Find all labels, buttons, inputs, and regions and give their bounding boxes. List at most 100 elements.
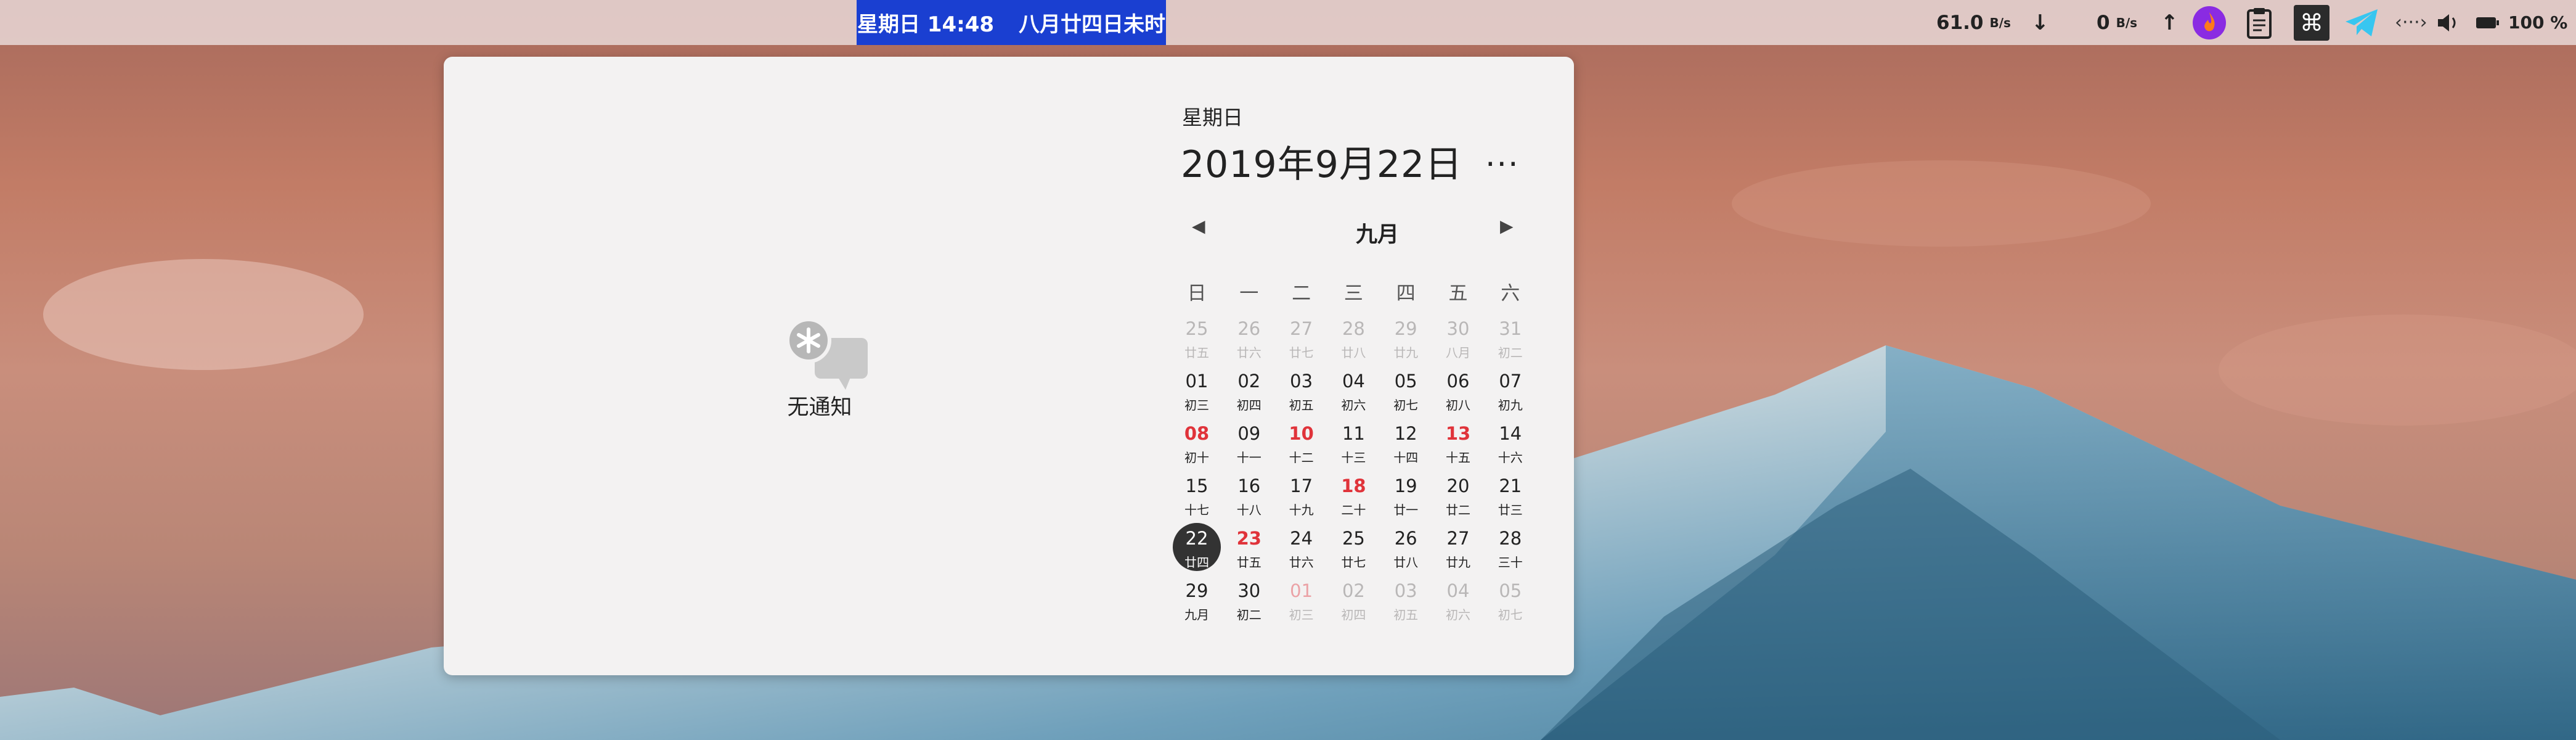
calendar-day[interactable]: 11 十三 [1327, 419, 1379, 469]
day-number: 01 [1185, 371, 1209, 392]
calendar-day[interactable]: 31 初二 [1485, 314, 1536, 364]
volume-icon[interactable] [2435, 0, 2460, 45]
lunar-day: 廿五 [1236, 555, 1262, 570]
lunar-day: 初九 [1498, 398, 1523, 413]
calendar-day[interactable]: 12 十四 [1380, 419, 1432, 469]
download-speed[interactable]: 61.0 B/s [1936, 0, 2011, 45]
calendar-day[interactable]: 25 廿七 [1327, 524, 1379, 574]
calendar-day[interactable]: 23 廿五 [1223, 524, 1275, 574]
calendar-day[interactable]: 28 廿八 [1327, 314, 1379, 364]
lunar-day: 初三 [1289, 607, 1314, 622]
svg-text:⌘: ⌘ [2300, 9, 2323, 36]
app-tray-icon[interactable] [2191, 0, 2227, 45]
no-notifications-label: 无通知 [787, 395, 852, 420]
calendar-day[interactable]: 03 初五 [1380, 577, 1432, 626]
calendar-day[interactable]: 27 廿九 [1432, 524, 1484, 574]
lunar-day: 廿四 [1184, 555, 1209, 570]
lunar-day: 二十 [1341, 503, 1366, 517]
lunar-day: 十五 [1446, 450, 1470, 465]
calendar-day[interactable]: 20 廿二 [1432, 472, 1484, 521]
calendar-day[interactable]: 15 十七 [1171, 472, 1223, 521]
calendar-day[interactable]: 04 初六 [1327, 367, 1379, 416]
lunar-day: 初三 [1184, 398, 1209, 413]
clipboard-icon[interactable] [2246, 0, 2273, 45]
calendar-day[interactable]: 02 初四 [1223, 367, 1275, 416]
day-number: 26 [1237, 318, 1261, 339]
clock-day-time: 星期日 14:48 [857, 12, 995, 37]
command-key-icon[interactable]: ⌘ [2294, 0, 2329, 45]
calendar-day[interactable]: 19 廿一 [1380, 472, 1432, 521]
day-number: 13 [1445, 423, 1471, 444]
battery-icon[interactable] [2476, 0, 2500, 45]
day-number: 20 [1446, 475, 1470, 496]
notification-center-panel: 无通知 星期日 2019年9月22日 ... ◀ 九月 ▶ 日一二三四五六 25… [444, 57, 1574, 675]
day-number: 29 [1185, 580, 1209, 601]
lunar-day: 初六 [1446, 607, 1470, 622]
network-wired-icon[interactable]: ‹···› [2395, 0, 2427, 45]
calendar-day[interactable]: 14 十六 [1485, 419, 1536, 469]
calendar-day[interactable]: 26 廿六 [1223, 314, 1275, 364]
day-number: 30 [1446, 318, 1470, 339]
day-number: 14 [1499, 423, 1522, 444]
calendar-day[interactable]: 29 九月 [1171, 577, 1223, 626]
day-number: 21 [1499, 475, 1522, 496]
lunar-day: 廿八 [1393, 555, 1419, 570]
calendar-day[interactable]: 06 初八 [1432, 367, 1484, 416]
lunar-day: 廿九 [1393, 345, 1419, 360]
calendar-day[interactable]: 30 初二 [1223, 577, 1275, 626]
day-number: 31 [1499, 318, 1522, 339]
day-number: 05 [1394, 371, 1417, 392]
calendar-day[interactable]: 25 廿五 [1171, 314, 1223, 364]
lunar-day: 十七 [1184, 503, 1209, 517]
calendar-day[interactable]: 29 廿九 [1380, 314, 1432, 364]
calendar-day[interactable]: 05 初七 [1485, 577, 1536, 626]
calendar-day[interactable]: 26 廿八 [1380, 524, 1432, 574]
calendar-day[interactable]: 09 十一 [1223, 419, 1275, 469]
clock-widget[interactable]: 星期日 14:48 八月廿四日未时 [857, 0, 1166, 45]
calendar-day[interactable]: 07 初九 [1485, 367, 1536, 416]
lunar-day: 初二 [1236, 607, 1262, 622]
calendar-day[interactable]: 17 十九 [1276, 472, 1327, 521]
top-panel: 星期日 14:48 八月廿四日未时 61.0 B/s ↓ 0 B/s ↑ ⌘ ‹… [0, 0, 2576, 45]
lunar-day: 十六 [1498, 450, 1523, 465]
calendar-day[interactable]: 21 廿三 [1485, 472, 1536, 521]
lunar-day: 十二 [1289, 450, 1314, 465]
day-number: 01 [1290, 580, 1313, 601]
calendar-day[interactable]: 02 初四 [1327, 577, 1379, 626]
calendar-day[interactable]: 04 初六 [1432, 577, 1484, 626]
calendar-grid: 25 廿五 26 廿六 27 廿七 28 廿八 29 廿九 30 八月 31 初二 01 初三 02 初四 03 初五… [1171, 57, 1537, 675]
calendar-day[interactable]: 08 初十 [1171, 419, 1223, 469]
calendar-day[interactable]: 24 廿六 [1276, 524, 1327, 574]
calendar-day[interactable]: 03 初五 [1276, 367, 1327, 416]
day-number: 22 [1185, 528, 1209, 549]
lunar-day: 廿六 [1289, 555, 1314, 570]
upload-speed-unit: B/s [2116, 15, 2138, 30]
calendar-day[interactable]: 13 十五 [1432, 419, 1484, 469]
day-number: 27 [1446, 528, 1470, 549]
calendar-day[interactable]: 01 初三 [1171, 367, 1223, 416]
calendar-day[interactable]: 16 十八 [1223, 472, 1275, 521]
lunar-day: 九月 [1184, 607, 1209, 622]
calendar-day-today[interactable]: 22 廿四 [1171, 523, 1223, 574]
lunar-day: 廿九 [1446, 555, 1470, 570]
calendar-day[interactable]: 18 二十 [1327, 472, 1379, 521]
calendar-day[interactable]: 28 三十 [1485, 524, 1536, 574]
battery-percentage[interactable]: 100 % [2508, 0, 2567, 45]
lunar-day: 初五 [1393, 607, 1419, 622]
lunar-day: 十三 [1341, 450, 1366, 465]
calendar-day[interactable]: 10 十二 [1276, 419, 1327, 469]
lunar-day: 三十 [1498, 555, 1523, 570]
upload-speed[interactable]: 0 B/s [2097, 0, 2137, 45]
calendar-day[interactable]: 30 八月 [1432, 314, 1484, 364]
calendar-day[interactable]: 01 初三 [1276, 577, 1327, 626]
lunar-day: 八月 [1446, 345, 1470, 360]
day-number: 07 [1499, 371, 1522, 392]
day-number: 06 [1446, 371, 1470, 392]
lunar-day: 廿八 [1341, 345, 1366, 360]
calendar-day[interactable]: 05 初七 [1380, 367, 1432, 416]
day-number: 25 [1342, 528, 1365, 549]
lunar-day: 廿一 [1393, 503, 1419, 517]
telegram-icon[interactable] [2344, 0, 2379, 45]
day-number: 03 [1290, 371, 1313, 392]
calendar-day[interactable]: 27 廿七 [1276, 314, 1327, 364]
